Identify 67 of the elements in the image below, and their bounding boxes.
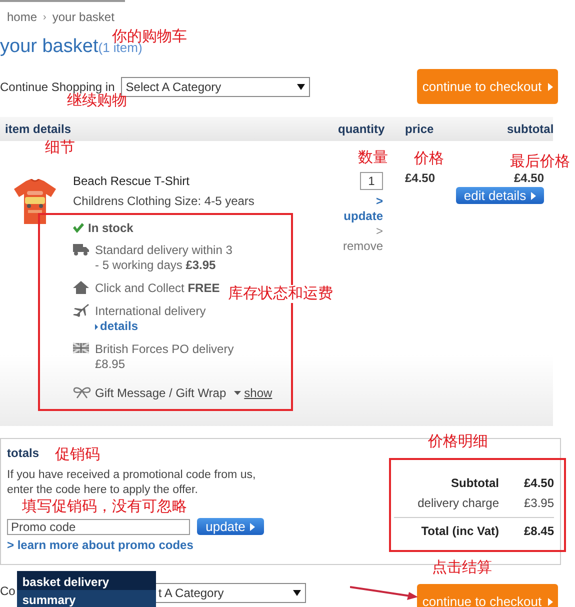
annotation-note: 细节 — [45, 139, 75, 157]
continue-shopping-label: Co — [0, 584, 16, 598]
remove-link[interactable]: remove — [342, 238, 383, 254]
caret-icon — [234, 391, 242, 395]
total-value: £3.95 — [522, 495, 554, 512]
total-label: delivery charge — [416, 495, 499, 512]
caret-icon — [548, 598, 553, 606]
caret-icon — [548, 82, 553, 90]
quantity-field[interactable]: 1 — [360, 172, 383, 190]
totals-heading: totals — [7, 446, 40, 460]
show-toggle[interactable]: show — [234, 386, 272, 400]
annotation-note: 填写促销码，没有可忽略 — [22, 498, 187, 516]
annotation-note: 库存状态和运费 — [228, 285, 333, 303]
page-title: your basket — [0, 36, 98, 58]
house-icon — [73, 281, 89, 294]
flag-icon — [73, 342, 89, 355]
delivery-option: Standard delivery within 3 - 5 working days £3.95 — [95, 243, 232, 273]
truck-icon — [73, 243, 89, 256]
update-button[interactable]: update — [197, 518, 264, 535]
dropdown-arrow-icon — [296, 84, 305, 90]
breadcrumb-separator: › — [43, 12, 46, 22]
annotation-note: 价格明细 — [428, 433, 488, 451]
delivery-option: British Forces PO delivery £8.95 — [95, 342, 234, 372]
edit-details-button[interactable]: edit details — [456, 187, 544, 204]
item-subtotal: £4.50 — [514, 171, 544, 185]
delivery-summary-panel: basket delivery summary — [17, 571, 156, 607]
caret-icon — [250, 522, 256, 530]
continue-shopping-label: Continue Shopping in — [0, 80, 115, 94]
column-heading: quantity — [338, 122, 386, 136]
details-link[interactable]: details — [95, 319, 206, 334]
promo-text: If you have received a promotional code from us, enter the code here to apply the offer. — [7, 468, 257, 498]
update-link[interactable]: update — [344, 208, 383, 224]
annotation-note: 价格 — [414, 150, 444, 168]
promo-code-field[interactable]: Promo code — [7, 518, 190, 534]
plane-icon — [73, 304, 89, 317]
column-heading: item details — [4, 122, 72, 136]
gift-option: Gift Message / Gift Wrap — [95, 386, 226, 400]
annotation-note: 促销码 — [55, 446, 100, 464]
bow-icon — [73, 387, 91, 399]
checkout-button[interactable]: continue to checkout — [417, 69, 558, 104]
product-description: Childrens Clothing Size: 4-5 years — [73, 193, 256, 210]
annotation-note: 最后价格 — [510, 153, 570, 171]
annotation-note: 数量 — [358, 149, 388, 167]
delivery-option: Click and Collect FREE — [95, 281, 220, 296]
update-arrow: > — [376, 194, 383, 208]
breadcrumb-current: your basket — [52, 10, 114, 24]
column-heading: price — [405, 122, 435, 136]
checkout-button[interactable]: continue to checkout — [417, 584, 558, 607]
caret-icon — [531, 192, 536, 200]
promo-info-link[interactable]: > learn more about promo codes — [7, 538, 275, 552]
dropdown-arrow-icon — [293, 590, 302, 596]
check-icon — [73, 223, 84, 233]
total-value: £8.45 — [522, 523, 554, 540]
product-name: Beach Rescue T-Shirt — [73, 173, 191, 190]
annotation-note: 点击结算 — [432, 559, 492, 577]
stock-status: In stock — [88, 221, 134, 235]
delivery-option: International delivery — [95, 304, 206, 319]
total-value: £4.50 — [522, 475, 554, 492]
category-select[interactable]: t A Category — [156, 583, 306, 603]
column-heading: subtotal — [507, 122, 553, 136]
total-label: Total (inc Vat) — [420, 523, 499, 540]
caret-icon — [95, 324, 98, 330]
remove-arrow: > — [376, 224, 383, 238]
total-label: Subtotal — [450, 475, 499, 492]
annotation-arrow — [350, 583, 418, 601]
item-price: £4.50 — [405, 171, 436, 185]
breadcrumb-link[interactable]: home — [7, 10, 38, 24]
